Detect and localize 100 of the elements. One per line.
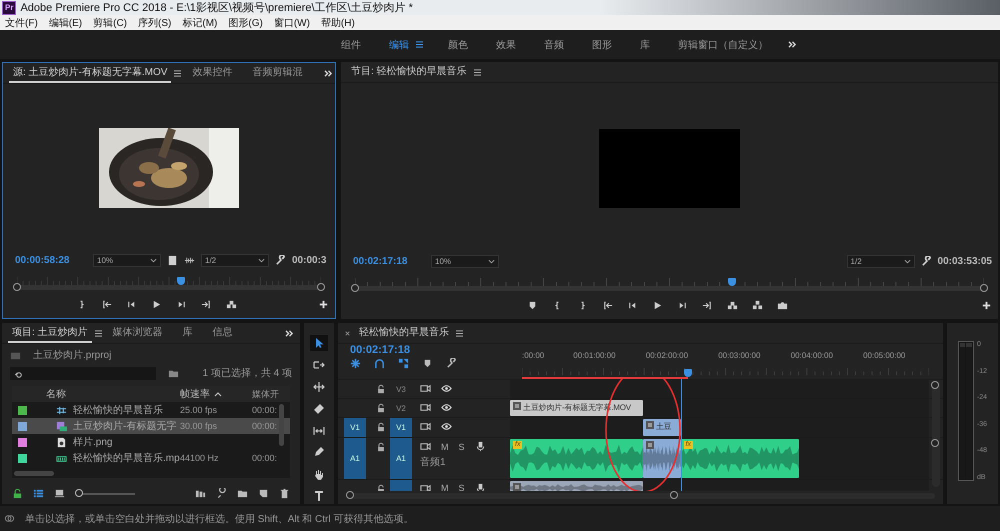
close-icon[interactable]	[344, 330, 351, 336]
sort-button[interactable]	[195, 488, 206, 499]
workspace-tab[interactable]: 编辑	[375, 38, 413, 52]
workspace-tab[interactable]: 效果	[482, 38, 530, 52]
settings-icon[interactable]	[275, 254, 286, 266]
track-toggle-button[interactable]: M	[441, 483, 448, 491]
scrollbar[interactable]	[14, 471, 54, 476]
find-button[interactable]	[216, 488, 227, 499]
track-toggle-button[interactable]: S	[458, 483, 465, 491]
go-to-out-button[interactable]	[201, 298, 212, 310]
workspace-tab[interactable]: 组件	[327, 38, 375, 52]
zoom-scrollbar[interactable]	[346, 493, 935, 499]
more-icon[interactable]	[788, 41, 797, 48]
timecode[interactable]: 00:02:17:18	[350, 344, 522, 356]
lock-icon[interactable]	[376, 442, 386, 452]
lock-icon[interactable]	[376, 403, 386, 413]
icon-view-button[interactable]	[54, 488, 65, 499]
workspace-tab[interactable]: 库	[626, 38, 664, 52]
time-ruler[interactable]	[522, 367, 929, 379]
lock-icon[interactable]	[376, 422, 386, 432]
eye-icon[interactable]	[441, 402, 452, 413]
go-to-in-button[interactable]	[602, 300, 612, 310]
search-field[interactable]	[10, 366, 156, 380]
project-item[interactable]: 土豆炒肉片-有标题无字 30.00 fps 00:00:	[12, 418, 290, 434]
linked-selection-button[interactable]	[398, 358, 409, 369]
zoom-dropdown[interactable]: 10%	[431, 254, 499, 268]
lock-icon[interactable]	[376, 484, 386, 491]
menu-icon[interactable]	[415, 41, 424, 48]
video-clip[interactable]: 土豆	[642, 419, 681, 436]
selection-tool[interactable]	[310, 335, 328, 351]
settings-button[interactable]	[446, 358, 457, 369]
export-frame-button[interactable]	[776, 300, 788, 310]
add-marker-button[interactable]	[422, 358, 433, 369]
panel-tab[interactable]: 库	[178, 323, 197, 343]
drag-video-icon[interactable]	[167, 254, 178, 266]
microphone-icon[interactable]	[474, 441, 486, 452]
menu-item[interactable]: 帮助(H)	[320, 16, 355, 30]
audio-clip[interactable]	[642, 439, 681, 478]
track-target[interactable]: V2	[390, 399, 412, 417]
zoom-scrollbar[interactable]	[351, 286, 988, 291]
resolution-dropdown[interactable]: 1/2	[846, 254, 915, 268]
menu-icon[interactable]	[455, 330, 464, 336]
menu-icon[interactable]	[94, 330, 103, 336]
panel-tab[interactable]: 信息	[208, 323, 237, 343]
workspace-tab[interactable]: 颜色	[434, 38, 482, 52]
more-icon[interactable]	[324, 70, 334, 76]
menu-item[interactable]: 剪辑(C)	[93, 16, 128, 30]
overwrite-button[interactable]	[752, 300, 762, 310]
zoom-dropdown[interactable]: 10%	[93, 254, 161, 266]
panel-tab[interactable]: 音频剪辑混	[248, 63, 306, 83]
play-button[interactable]	[151, 298, 162, 310]
menu-icon[interactable]	[173, 70, 182, 76]
source-patch[interactable]: V1	[344, 418, 366, 437]
track-target[interactable]: A1	[390, 438, 412, 479]
go-to-in-button[interactable]	[101, 298, 112, 310]
project-item[interactable]: 轻松愉快的早晨音乐.mp44100 Hz 00:00:	[12, 450, 290, 466]
playhead[interactable]	[684, 369, 692, 377]
column-header[interactable]: 媒体开	[252, 388, 290, 400]
column-header[interactable]: 名称	[34, 387, 180, 401]
lock-icon[interactable]	[376, 384, 386, 394]
track-target[interactable]: V1	[390, 418, 412, 437]
menu-item[interactable]: 图形(G)	[228, 16, 263, 30]
list-view-button[interactable]	[33, 488, 44, 499]
project-item[interactable]: 样片.png	[12, 434, 290, 450]
more-icon[interactable]	[285, 330, 294, 336]
zoom-scrollbar[interactable]	[13, 285, 325, 290]
timecode[interactable]: 00:02:17:18	[353, 256, 425, 266]
settings-icon[interactable]	[920, 256, 932, 266]
menu-item[interactable]: 标记(M)	[182, 16, 218, 30]
delete-button[interactable]	[279, 488, 290, 499]
playhead[interactable]	[728, 278, 736, 286]
source-patch[interactable]: A1	[344, 438, 366, 479]
menu-icon[interactable]	[472, 68, 482, 76]
workspace-tab[interactable]: 剪辑窗口（自定义）	[664, 38, 782, 52]
eye-icon[interactable]	[441, 383, 452, 394]
add-button[interactable]	[318, 298, 329, 310]
panel-tab[interactable]: 效果控件	[188, 63, 236, 83]
timecode[interactable]: 00:00:58:28	[15, 254, 87, 266]
menu-item[interactable]: 序列(S)	[138, 16, 172, 30]
lock-icon[interactable]	[12, 488, 23, 499]
project-item[interactable]: 轻松愉快的早晨音乐 25.00 fps 00:00:	[12, 402, 290, 418]
scrollbar[interactable]	[279, 404, 284, 446]
menu-item[interactable]: 窗口(W)	[274, 16, 310, 30]
column-header[interactable]: 帧速率	[180, 387, 210, 401]
resolution-dropdown[interactable]: 1/2	[201, 254, 269, 266]
snap-button[interactable]	[374, 358, 385, 369]
panel-tab[interactable]: 源: 土豆炒肉片-有标题无字幕.MOV	[9, 63, 172, 83]
nest-button[interactable]	[350, 358, 361, 369]
add-button[interactable]	[981, 300, 992, 310]
scrollbar[interactable]	[932, 381, 940, 487]
menu-item[interactable]: 文件(F)	[5, 16, 38, 30]
track-toggle-button[interactable]: M	[441, 442, 448, 452]
go-to-out-button[interactable]	[702, 300, 712, 310]
menu-item[interactable]: 编辑(E)	[48, 16, 82, 30]
eye-icon[interactable]	[441, 421, 452, 432]
workspace-tab[interactable]: 音频	[530, 38, 578, 52]
insert-button[interactable]	[226, 298, 237, 310]
track-target[interactable]: V3	[390, 380, 412, 398]
microphone-icon[interactable]	[474, 482, 486, 491]
new-item-button[interactable]	[258, 488, 269, 499]
